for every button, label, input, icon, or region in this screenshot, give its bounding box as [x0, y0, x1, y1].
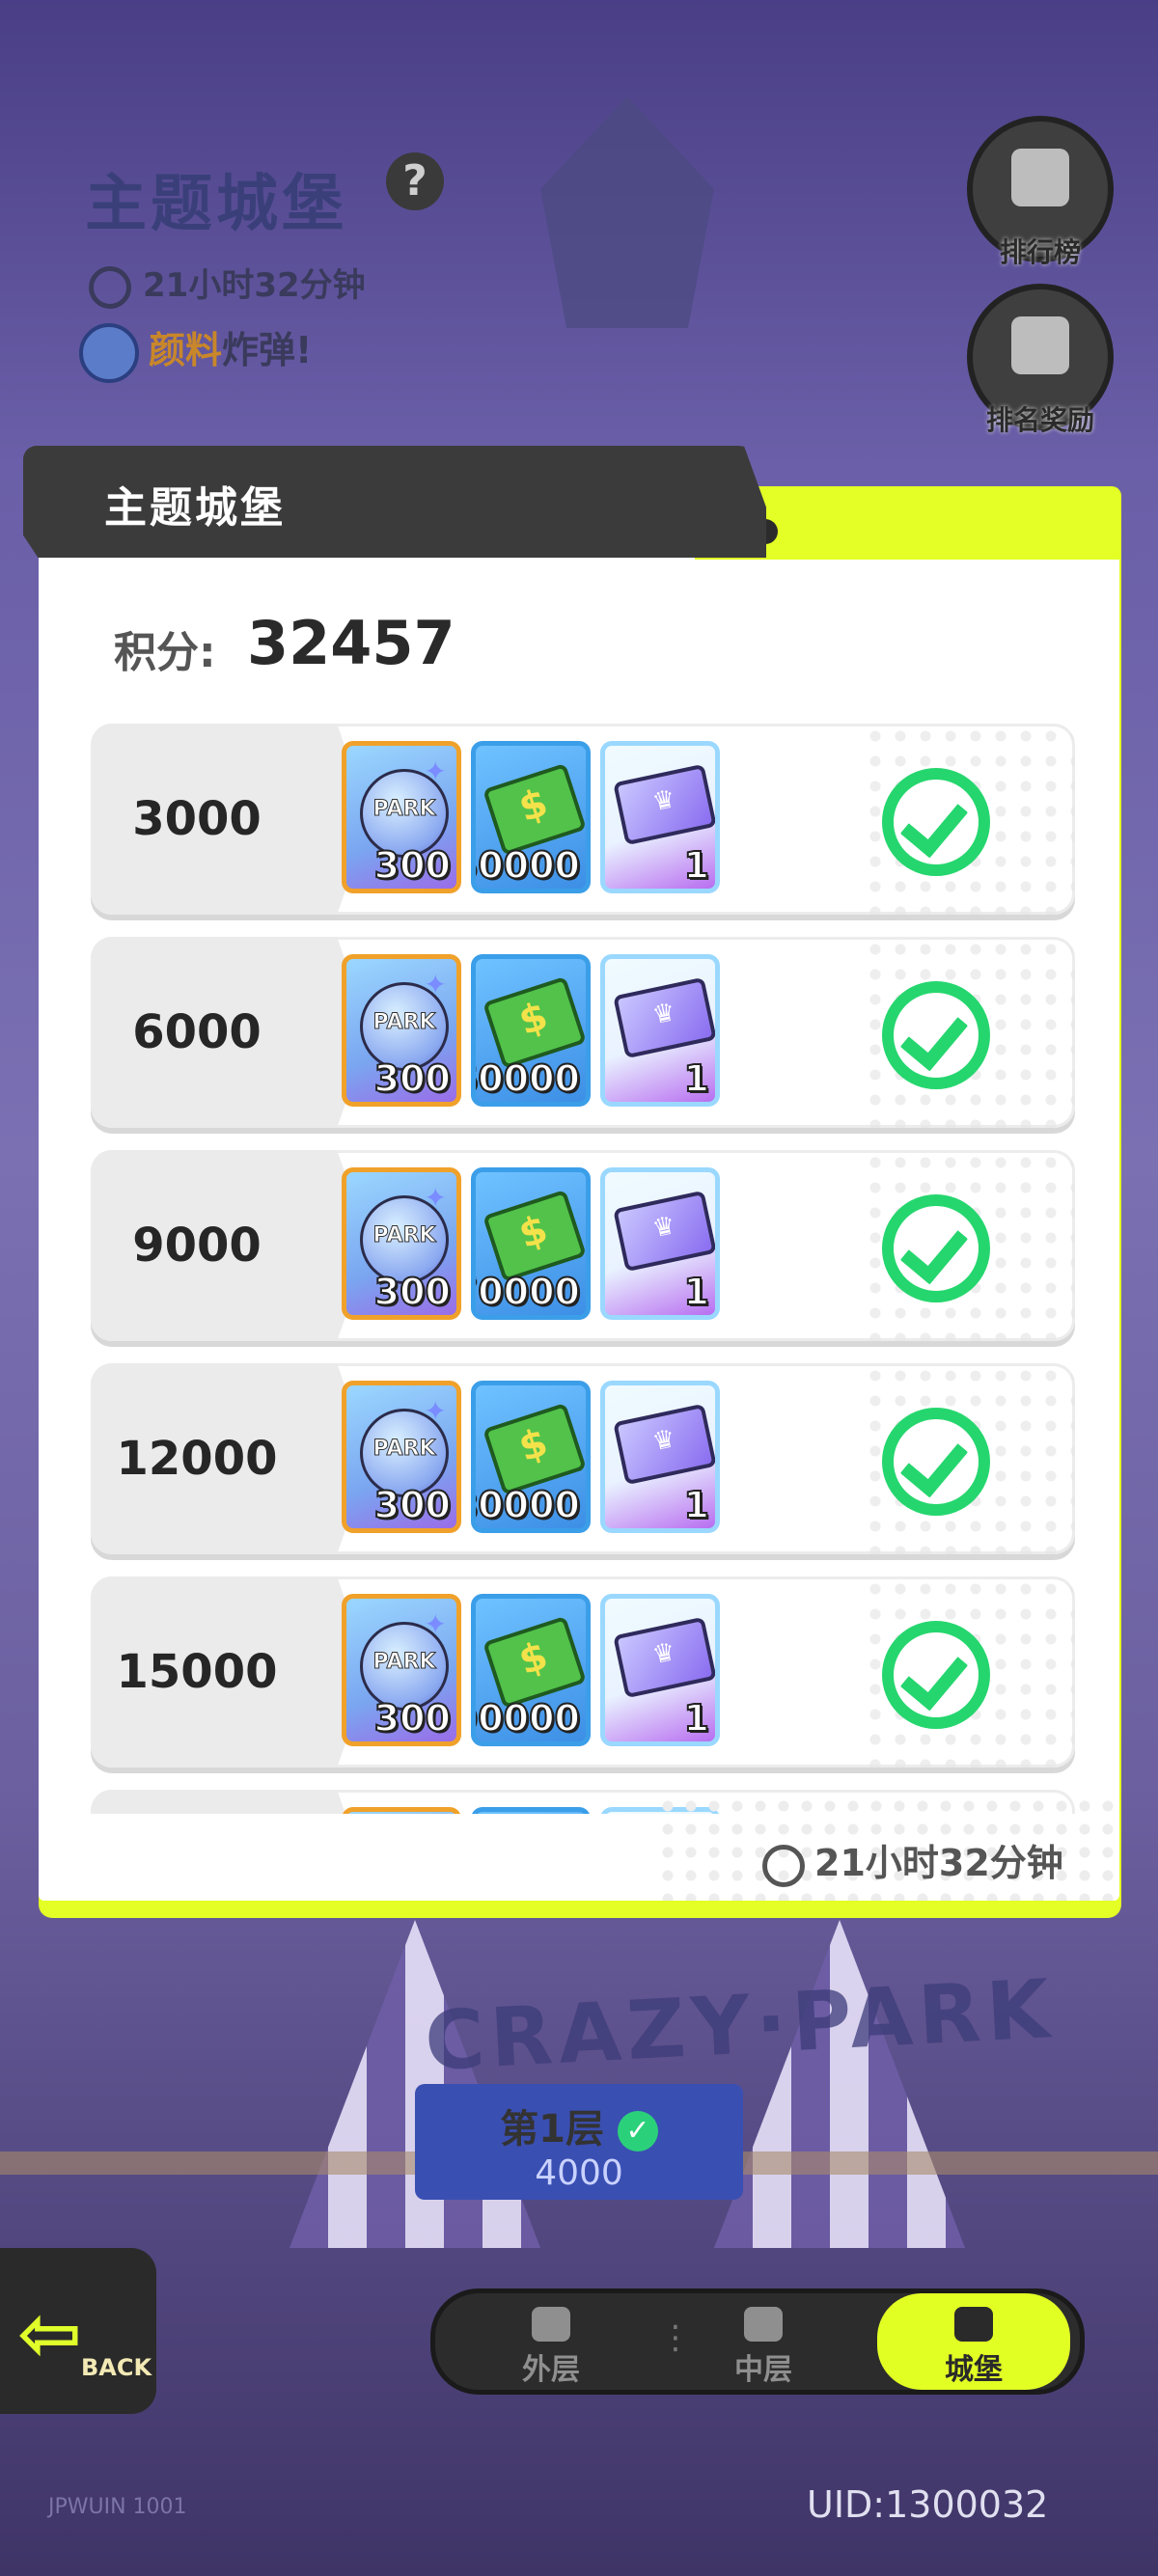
- ticket-icon: ♛: [613, 763, 715, 846]
- tab-castle[interactable]: 城堡: [877, 2293, 1070, 2390]
- park-coin-reward[interactable]: PARK ✦ 300: [342, 1167, 461, 1320]
- claimed-check-icon: [882, 981, 990, 1089]
- reward-count: 1: [683, 1483, 710, 1527]
- cash-icon: $: [482, 1189, 586, 1283]
- reward-count: 70000: [476, 1270, 581, 1314]
- help-icon[interactable]: ?: [386, 152, 444, 210]
- reward-count: 300: [373, 1270, 452, 1314]
- points-threshold: 12000: [116, 1432, 278, 1486]
- tab-outer-layer[interactable]: 外层: [455, 2293, 648, 2390]
- back-button[interactable]: ⇦ BACK: [0, 2248, 156, 2414]
- reward-count: 300: [373, 1483, 452, 1527]
- cash-reward[interactable]: $ 80000: [471, 1381, 591, 1533]
- cash-reward[interactable]: $ 60000: [471, 954, 591, 1107]
- ticket-reward[interactable]: ♛ 1: [600, 1167, 720, 1320]
- uid-label: UID:1300032: [807, 2483, 1049, 2526]
- cash-icon: $: [482, 1402, 586, 1496]
- ticket-icon: ♛: [613, 1403, 715, 1486]
- reward-row: 15000 PARK ✦ 300 $ 90000 ♛ 1: [91, 1576, 1075, 1768]
- reward-row: 6000 PARK ✦ 300 $ 60000 ♛ 1: [91, 937, 1075, 1128]
- rank-rewards-button[interactable]: 排名奖励: [967, 284, 1114, 436]
- reward-count: 1: [683, 843, 710, 888]
- outer-layer-icon: [532, 2307, 570, 2342]
- crazy-park-logo: CRAZY·PARK: [422, 1960, 1058, 2090]
- points-threshold: 3000: [132, 792, 262, 846]
- reward-row: 3000 PARK ✦ 300 $ 50000 ♛ 1: [91, 724, 1075, 915]
- middle-layer-icon: [744, 2307, 783, 2342]
- claimed-check-icon: [882, 768, 990, 876]
- claimed-check-icon: [882, 1621, 990, 1729]
- ticket-icon: ♛: [613, 1616, 715, 1699]
- cash-icon: $: [482, 975, 586, 1070]
- page-title: 主题城堡: [85, 169, 347, 240]
- leaderboard-button[interactable]: 排行榜: [967, 116, 1114, 268]
- trophy-icon: [1011, 149, 1069, 206]
- claimed-check-icon: [882, 1194, 990, 1302]
- clock-icon: [89, 265, 131, 309]
- ticket-icon: ♛: [613, 1190, 715, 1273]
- modal-title: 主题城堡: [104, 483, 286, 533]
- tab-middle-layer[interactable]: 中层: [667, 2293, 860, 2390]
- ticket-reward[interactable]: ♛ 1: [600, 954, 720, 1107]
- reward-count: 1: [683, 1056, 710, 1101]
- cash-icon: $: [482, 1615, 586, 1710]
- castle-icon: [954, 2307, 993, 2342]
- claimed-check-icon: [882, 1408, 990, 1516]
- reward-row: 12000 PARK ✦ 300 $ 80000 ♛ 1: [91, 1363, 1075, 1554]
- floor-plaque[interactable]: 第1层 ✓ 4000: [415, 2084, 743, 2200]
- cash-reward[interactable]: $ 90000: [471, 1594, 591, 1746]
- ticket-reward[interactable]: ♛ 1: [600, 1381, 720, 1533]
- check-icon: ✓: [617, 2111, 658, 2151]
- reward-row: 9000 PARK ✦ 300 $ 70000 ♛ 1: [91, 1150, 1075, 1341]
- reward-count: 50000: [476, 843, 581, 888]
- event-timer: 21小时32分钟: [89, 259, 366, 309]
- layer-nav-bar: 外层 ⋮ 中层 城堡: [430, 2288, 1085, 2395]
- reward-count: 90000: [476, 1696, 581, 1740]
- points-threshold: 9000: [132, 1219, 262, 1273]
- park-coin-reward[interactable]: PARK ✦ 300: [342, 741, 461, 893]
- ticket-reward[interactable]: ♛ 1: [600, 741, 720, 893]
- points-threshold: 15000: [116, 1645, 278, 1699]
- reward-list[interactable]: 3000 PARK ✦ 300 $ 50000 ♛ 1 6000 PARK ✦ …: [91, 724, 1079, 1814]
- cash-reward[interactable]: $ 50000: [471, 741, 591, 893]
- reward-count: 300: [373, 1696, 452, 1740]
- paint-bomb-icon: [79, 322, 139, 383]
- park-coin-reward[interactable]: PARK ✦ 300: [342, 1381, 461, 1533]
- corner-label: JPWUIN 1001: [48, 2495, 187, 2519]
- ticket-icon: ♛: [613, 976, 715, 1059]
- reward-count: 1: [683, 1696, 710, 1740]
- clock-icon: [762, 1844, 805, 1887]
- event-banner[interactable]: 颜料炸弹!: [79, 320, 312, 383]
- score-label: 积分:: [114, 628, 216, 677]
- score-value: 32457: [247, 608, 455, 678]
- modal-timer: 21小时32分钟: [762, 1833, 1063, 1887]
- reward-icon: [1011, 316, 1069, 374]
- reward-count: 80000: [476, 1483, 581, 1527]
- reward-count: 300: [373, 1056, 452, 1101]
- castle-tower: [540, 96, 714, 328]
- reward-count: 300: [373, 843, 452, 888]
- cash-reward[interactable]: $ 70000: [471, 1167, 591, 1320]
- park-coin-reward[interactable]: PARK ✦ 300: [342, 954, 461, 1107]
- back-arrow-icon: ⇦: [17, 2288, 83, 2378]
- cash-icon: $: [482, 762, 586, 857]
- reward-count: 60000: [476, 1056, 581, 1101]
- park-coin-reward[interactable]: PARK ✦ 300: [342, 1594, 461, 1746]
- reward-count: 1: [683, 1270, 710, 1314]
- ticket-reward[interactable]: ♛ 1: [600, 1594, 720, 1746]
- points-threshold: 6000: [132, 1005, 262, 1059]
